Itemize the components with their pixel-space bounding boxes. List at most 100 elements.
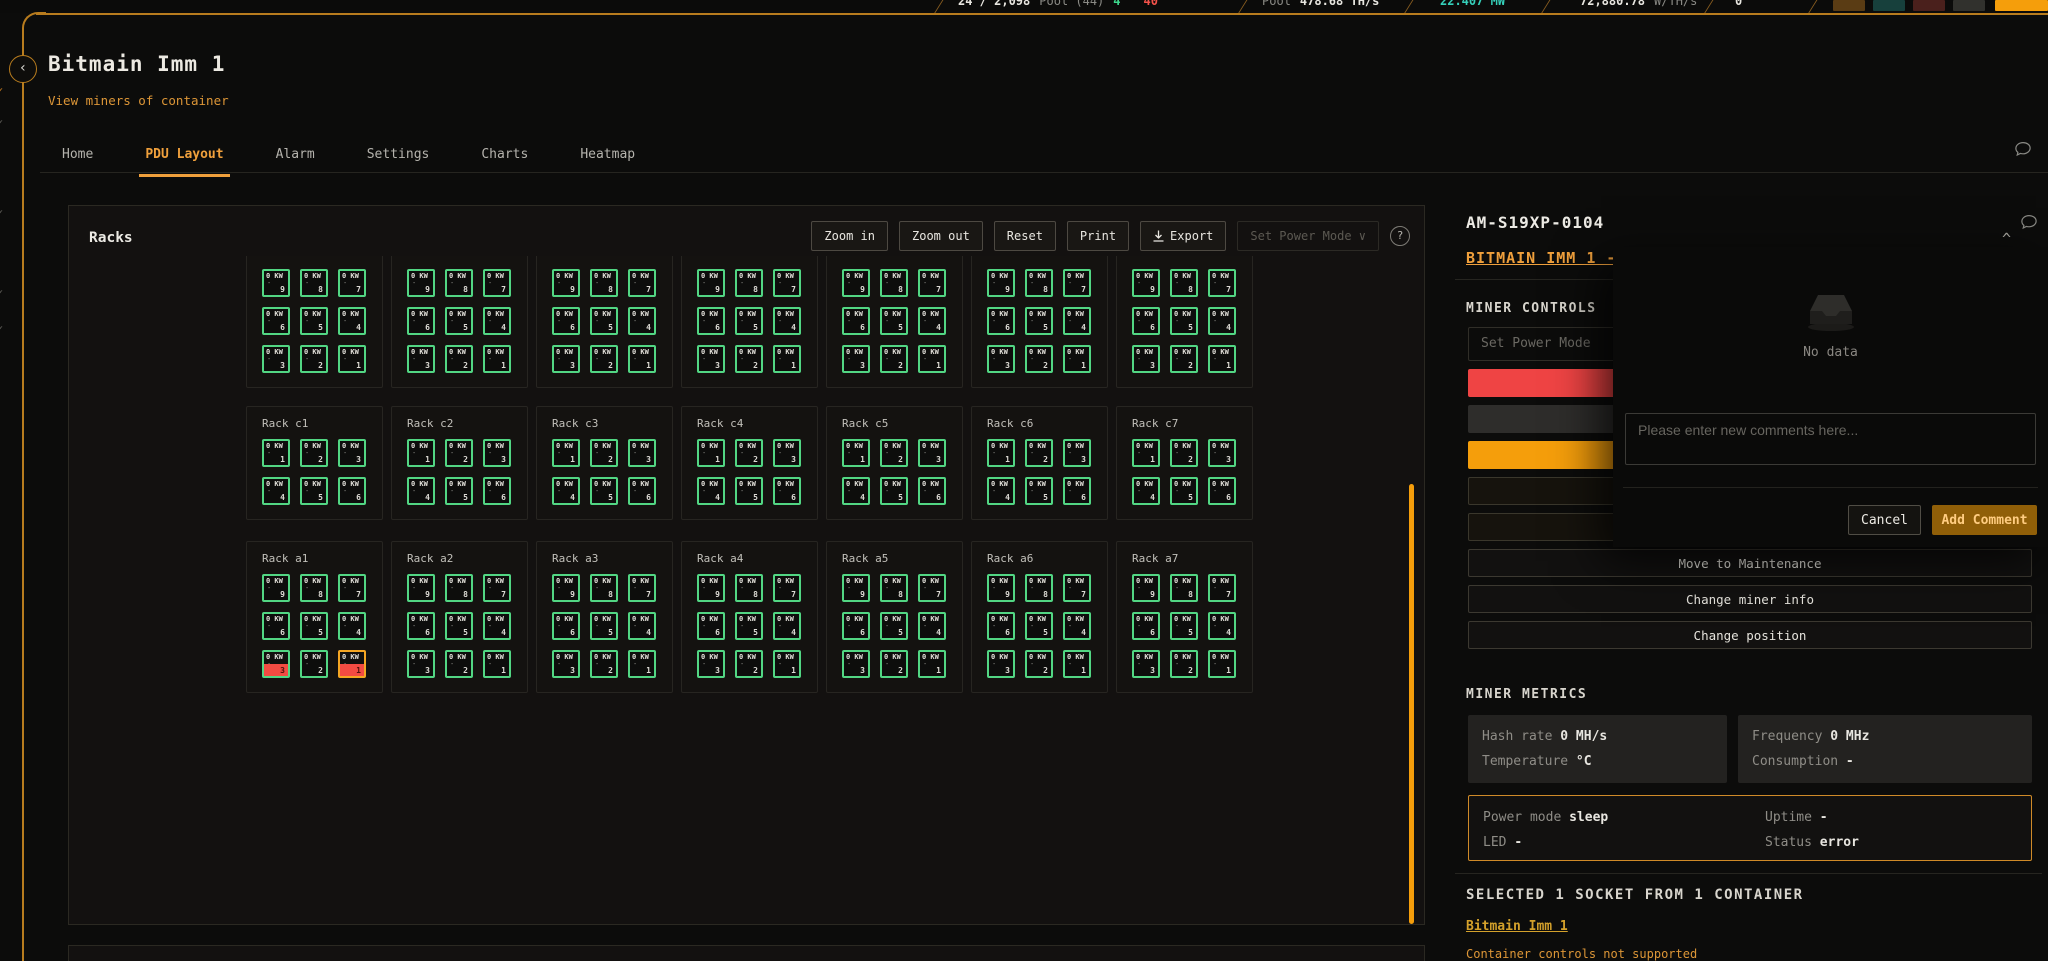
miner-socket-9[interactable]: 0 KW-9 [262,269,290,297]
miner-socket-2[interactable]: 0 KW-2 [1025,439,1053,467]
miner-socket-5[interactable]: 0 KW-5 [1025,307,1053,335]
zoom-in-button[interactable]: Zoom in [811,221,888,251]
miner-socket-5[interactable]: 0 KW-5 [590,307,618,335]
miner-socket-6[interactable]: 0 KW-6 [918,477,946,505]
help-icon[interactable]: ? [1390,226,1410,246]
miner-socket-2[interactable]: 0 KW-2 [880,439,908,467]
miner-socket-8[interactable]: 0 KW-8 [590,574,618,602]
miner-socket-8[interactable]: 0 KW-8 [300,574,328,602]
miner-socket-6[interactable]: 0 KW-6 [552,307,580,335]
miner-socket-9[interactable]: 0 KW-9 [552,269,580,297]
miner-socket-4[interactable]: 0 KW-4 [628,307,656,335]
miner-socket-8[interactable]: 0 KW-8 [880,269,908,297]
miner-socket-1[interactable]: 0 KW-1 [407,439,435,467]
miner-socket-3[interactable]: 0 KW-3 [697,345,725,373]
miner-socket-4[interactable]: 0 KW-4 [1208,612,1236,640]
miner-socket-8[interactable]: 0 KW-8 [300,269,328,297]
miner-socket-4[interactable]: 0 KW-4 [773,612,801,640]
miner-socket-1[interactable]: 0 KW-1 [1208,650,1236,678]
miner-socket-3[interactable]: 0 KW-3 [987,345,1015,373]
miner-socket-9[interactable]: 0 KW-9 [407,269,435,297]
miner-socket-6[interactable]: 0 KW-6 [842,612,870,640]
miner-socket-7[interactable]: 0 KW-7 [1063,269,1091,297]
miner-socket-2[interactable]: 0 KW-2 [1025,650,1053,678]
miner-socket-1[interactable]: 0 KW-1 [262,439,290,467]
miner-socket-5[interactable]: 0 KW-5 [590,612,618,640]
miner-socket-3[interactable]: 0 KW-3 [262,650,290,678]
comment-bubble-icon[interactable] [2014,140,2032,158]
miner-socket-8[interactable]: 0 KW-8 [735,574,763,602]
miner-socket-2[interactable]: 0 KW-2 [735,650,763,678]
set-power-mode-toolbar-button[interactable]: Set Power Mode ∨ [1237,221,1379,251]
miner-socket-8[interactable]: 0 KW-8 [445,574,473,602]
miner-socket-1[interactable]: 0 KW-1 [918,650,946,678]
miner-socket-4[interactable]: 0 KW-4 [773,307,801,335]
miner-socket-4[interactable]: 0 KW-4 [1132,477,1160,505]
miner-socket-4[interactable]: 0 KW-4 [552,477,580,505]
miner-socket-4[interactable]: 0 KW-4 [483,307,511,335]
miner-socket-2[interactable]: 0 KW-2 [735,439,763,467]
miner-socket-3[interactable]: 0 KW-3 [262,345,290,373]
miner-socket-4[interactable]: 0 KW-4 [1208,307,1236,335]
miner-socket-3[interactable]: 0 KW-3 [552,345,580,373]
miner-socket-2[interactable]: 0 KW-2 [300,650,328,678]
miner-socket-2[interactable]: 0 KW-2 [1170,439,1198,467]
miner-socket-4[interactable]: 0 KW-4 [262,477,290,505]
miner-socket-7[interactable]: 0 KW-7 [1208,269,1236,297]
cancel-button[interactable]: Cancel [1848,505,1921,535]
miner-socket-6[interactable]: 0 KW-6 [1132,307,1160,335]
miner-socket-1[interactable]: 0 KW-1 [552,439,580,467]
miner-socket-9[interactable]: 0 KW-9 [262,574,290,602]
miner-socket-9[interactable]: 0 KW-9 [842,574,870,602]
miner-socket-6[interactable]: 0 KW-6 [262,612,290,640]
miner-socket-5[interactable]: 0 KW-5 [300,477,328,505]
miner-socket-1[interactable]: 0 KW-1 [628,345,656,373]
miner-socket-5[interactable]: 0 KW-5 [445,612,473,640]
miner-socket-6[interactable]: 0 KW-6 [697,307,725,335]
miner-socket-1[interactable]: 0 KW-1 [773,650,801,678]
miner-socket-9[interactable]: 0 KW-9 [552,574,580,602]
miner-socket-4[interactable]: 0 KW-4 [338,612,366,640]
miner-socket-4[interactable]: 0 KW-4 [918,307,946,335]
back-button[interactable]: ‹ [9,55,37,83]
topbar-status-tile[interactable] [1995,0,2048,11]
miner-socket-3[interactable]: 0 KW-3 [918,439,946,467]
miner-socket-6[interactable]: 0 KW-6 [407,307,435,335]
miner-socket-3[interactable]: 0 KW-3 [552,650,580,678]
miner-socket-3[interactable]: 0 KW-3 [1063,439,1091,467]
miner-socket-5[interactable]: 0 KW-5 [445,477,473,505]
miner-socket-5[interactable]: 0 KW-5 [880,477,908,505]
miner-socket-7[interactable]: 0 KW-7 [338,574,366,602]
miner-socket-8[interactable]: 0 KW-8 [880,574,908,602]
miner-socket-3[interactable]: 0 KW-3 [483,439,511,467]
miner-socket-3[interactable]: 0 KW-3 [1132,650,1160,678]
miner-socket-3[interactable]: 0 KW-3 [1208,439,1236,467]
miner-socket-1[interactable]: 0 KW-1 [628,650,656,678]
miner-socket-1[interactable]: 0 KW-1 [1063,650,1091,678]
miner-socket-2[interactable]: 0 KW-2 [590,650,618,678]
miner-socket-4[interactable]: 0 KW-4 [842,477,870,505]
miner-socket-6[interactable]: 0 KW-6 [987,612,1015,640]
miner-socket-2[interactable]: 0 KW-2 [880,650,908,678]
miner-socket-4[interactable]: 0 KW-4 [697,477,725,505]
miner-socket-5[interactable]: 0 KW-5 [1170,612,1198,640]
miner-socket-1[interactable]: 0 KW-1 [338,345,366,373]
miner-socket-2[interactable]: 0 KW-2 [445,345,473,373]
miner-socket-6[interactable]: 0 KW-6 [773,477,801,505]
miner-socket-1[interactable]: 0 KW-1 [483,650,511,678]
miner-socket-2[interactable]: 0 KW-2 [1025,345,1053,373]
miner-socket-7[interactable]: 0 KW-7 [773,269,801,297]
miner-socket-6[interactable]: 0 KW-6 [1132,612,1160,640]
miner-socket-5[interactable]: 0 KW-5 [735,477,763,505]
miner-socket-7[interactable]: 0 KW-7 [483,574,511,602]
move-to-maintenance-button[interactable]: Move to Maintenance [1468,549,2032,577]
miner-socket-7[interactable]: 0 KW-7 [918,269,946,297]
miner-socket-5[interactable]: 0 KW-5 [1170,307,1198,335]
miner-socket-2[interactable]: 0 KW-2 [1170,345,1198,373]
miner-socket-5[interactable]: 0 KW-5 [1170,477,1198,505]
racks-scrollbar[interactable] [1409,484,1414,924]
topbar-status-tile[interactable] [1833,0,1865,11]
miner-socket-4[interactable]: 0 KW-4 [407,477,435,505]
selected-container-link[interactable]: Bitmain Imm 1 [1466,919,1568,934]
miner-socket-1[interactable]: 0 KW-1 [1208,345,1236,373]
